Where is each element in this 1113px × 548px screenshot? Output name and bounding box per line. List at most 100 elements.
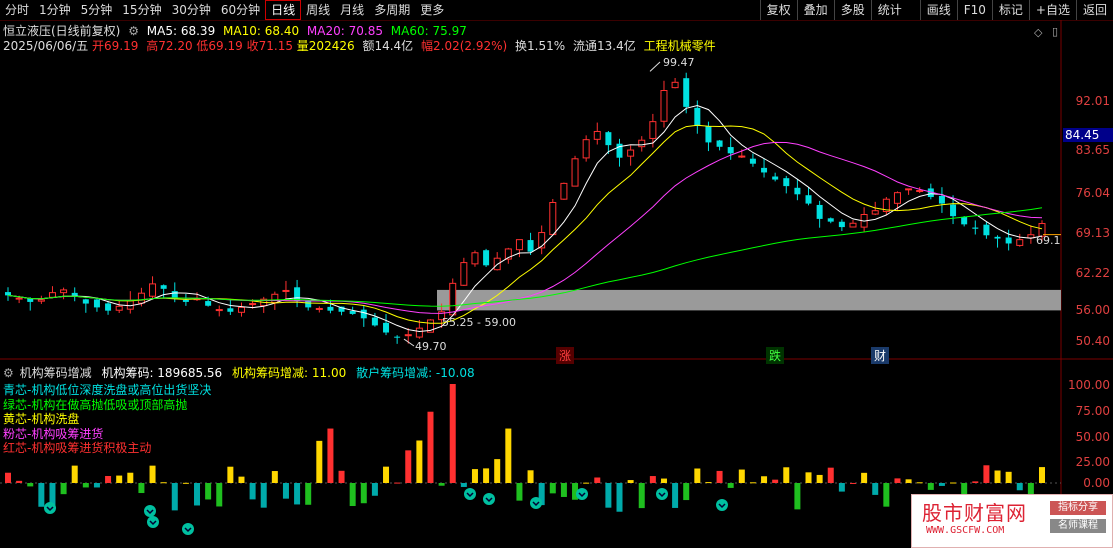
candle-body (593, 130, 601, 140)
candle-body (227, 308, 234, 312)
zone-annotation: 55.25 - 59.00 (442, 316, 516, 329)
indicator-bar (816, 474, 823, 483)
indicator-bar (972, 481, 979, 483)
indicator-bar (549, 483, 556, 494)
ind-tick-0: 0.00 (1083, 476, 1110, 490)
indicator-bar (227, 466, 234, 483)
indicator-bar (105, 475, 112, 483)
indicator-header: ⚙ 机构筹码增减 机构筹码: 189685.56 机构筹码增减: 11.00 散… (3, 364, 481, 381)
indicator-bar (316, 440, 323, 483)
indicator-bar (827, 467, 834, 483)
indicator-bar (705, 482, 712, 484)
candle-body (994, 236, 1001, 239)
candle-body (571, 158, 579, 187)
support-zone-band (437, 289, 1061, 311)
candle-body (48, 292, 56, 298)
candle-body (838, 221, 845, 228)
indicator-bar (838, 483, 845, 492)
indicator-bar (127, 472, 134, 483)
candle-body (182, 299, 189, 302)
indicator-title[interactable]: 机构筹码增减 (20, 366, 92, 380)
candle-body (160, 285, 167, 289)
indicator-bar (638, 483, 645, 509)
indicator-settings-icon[interactable]: ⚙ (3, 366, 14, 380)
indicator-bar (216, 483, 223, 507)
indicator-bar (727, 483, 734, 488)
indicator-bar (93, 483, 100, 488)
indicator-bar (794, 483, 801, 510)
price-tick-83: 83.65 (1075, 143, 1110, 157)
indicator-bar (560, 483, 567, 497)
indicator-bar (138, 483, 145, 494)
indicator-bar (749, 482, 756, 484)
legend-cyan: 青芯-机构低位深度洗盘或高位出货坚决 (3, 383, 212, 397)
candle-body (893, 192, 901, 204)
candle-body (449, 282, 457, 316)
candle-body (294, 287, 301, 301)
indicator-bar (861, 472, 868, 483)
chevron-down-icon (576, 488, 588, 500)
indicator-bar (605, 483, 612, 508)
candle-body (794, 187, 801, 195)
chevron-down-icon (182, 523, 194, 535)
candle-body (549, 202, 557, 236)
indicator-bar (761, 476, 768, 483)
chevron-down-icon (716, 499, 728, 511)
indicator-bar (394, 482, 401, 484)
ind-tick-25: 25.00 (1075, 455, 1110, 469)
chart-canvas[interactable] (0, 0, 1113, 548)
chevron-down-icon (530, 497, 542, 509)
candle-body (5, 292, 11, 296)
indicator-bar (60, 483, 67, 495)
legend-yellow: 黄芯-机构洗盘 (3, 412, 80, 426)
price-tick-69: 69.13 (1075, 226, 1110, 240)
indicator-bar (983, 465, 990, 483)
indicator-bar (950, 482, 957, 484)
ind-tick-100: 100.00 (1068, 378, 1110, 392)
candle-body (582, 139, 590, 159)
indicator-bar (872, 483, 879, 495)
price-tick-92: 92.01 (1075, 94, 1110, 108)
candle-body (282, 289, 290, 292)
candle-body (560, 182, 568, 200)
candle-body (1016, 239, 1024, 246)
price-tick-50: 50.40 (1075, 334, 1110, 348)
indicator-bar (738, 469, 745, 483)
candle-body (916, 189, 924, 192)
candle-body (705, 125, 712, 143)
indicator-bar (249, 483, 256, 500)
candle-body (961, 216, 968, 225)
indicator-bar (160, 482, 167, 484)
watermark-logo: 股市财富网 WWW.GSCFW.COM 指标分享 名师课程 (911, 494, 1113, 548)
candle-body (694, 107, 701, 127)
indicator-bar (505, 428, 512, 483)
candle-body (905, 188, 913, 191)
indicator-bar (694, 468, 701, 483)
candle-body (60, 289, 68, 294)
indicator-bar (627, 480, 634, 483)
candle-body (727, 147, 734, 154)
candle-body (237, 306, 245, 313)
candle-body (315, 307, 323, 310)
indicator-bar (194, 483, 201, 506)
indicator-bar (772, 479, 779, 483)
indicator-bar (927, 483, 934, 490)
indicator-bar (171, 483, 178, 511)
indicator-bar (338, 470, 345, 483)
indicator-bar (1005, 471, 1012, 483)
candle-body (827, 218, 834, 222)
event-mark-finance[interactable]: 财 (871, 347, 890, 364)
candle-body (738, 155, 746, 158)
candle-body (950, 204, 957, 217)
candle-body (716, 140, 723, 147)
indicator-bar (27, 483, 34, 487)
candle-body (394, 336, 401, 338)
event-mark-up[interactable]: 涨 (556, 347, 575, 364)
candle-body (938, 195, 945, 204)
high-leader (649, 61, 661, 72)
event-mark-down[interactable]: 跌 (766, 347, 785, 364)
watermark-tag2: 名师课程 (1050, 519, 1106, 533)
candle-body (215, 309, 223, 312)
price-tick-76: 76.04 (1075, 186, 1110, 200)
indicator-bar (1039, 467, 1045, 483)
